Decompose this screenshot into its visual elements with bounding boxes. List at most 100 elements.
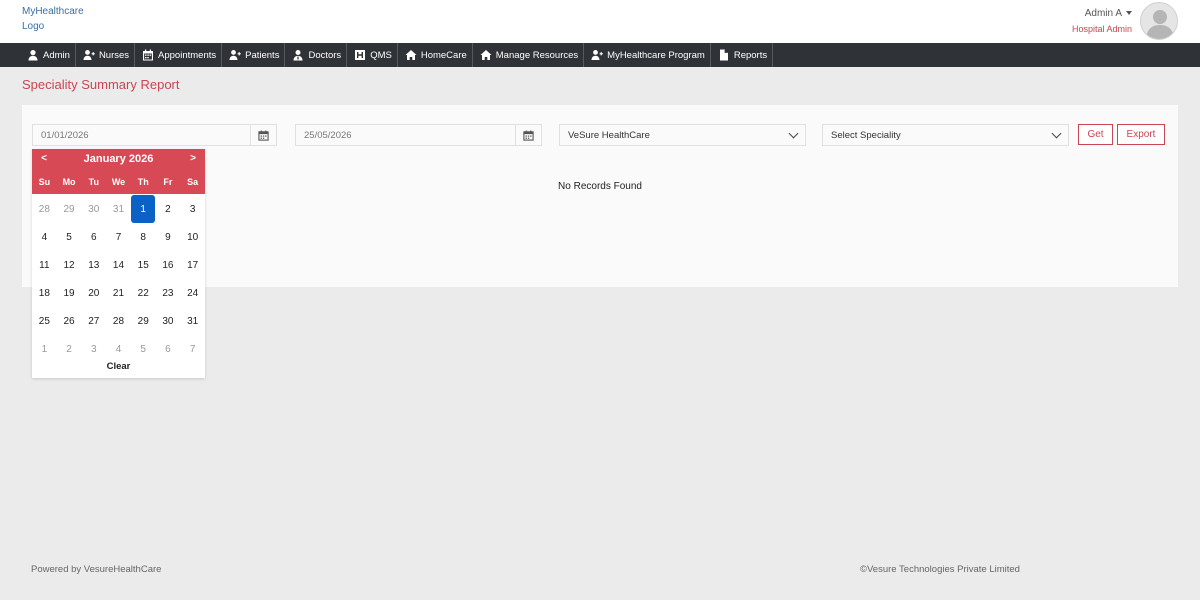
datepicker-day[interactable]: 24 <box>180 279 205 307</box>
calendar-icon <box>523 129 534 141</box>
datepicker-day[interactable]: 23 <box>156 279 181 307</box>
from-date-field[interactable] <box>32 124 277 146</box>
user-plus-icon <box>591 50 603 60</box>
hospital-select[interactable]: VeSure HealthCare <box>559 124 806 146</box>
datepicker-day[interactable]: 2 <box>57 335 82 363</box>
datepicker-day[interactable]: 5 <box>131 335 156 363</box>
datepicker-day-number: 30 <box>162 315 174 327</box>
datepicker-day[interactable]: 17 <box>180 251 205 279</box>
datepicker-day[interactable]: 21 <box>106 279 131 307</box>
datepicker-day[interactable]: 7 <box>180 335 205 363</box>
nav-item-label: QMS <box>370 49 392 61</box>
datepicker-day-number: 17 <box>187 259 199 271</box>
datepicker-day[interactable]: 5 <box>57 223 82 251</box>
datepicker-day[interactable]: 1 <box>32 335 57 363</box>
datepicker-day[interactable]: 8 <box>131 223 156 251</box>
home-icon <box>405 50 417 60</box>
datepicker-popup: < January 2026 > Su Mo Tu We Th Fr Sa 28 29 30 31… <box>32 149 205 378</box>
datepicker-day[interactable]: 4 <box>32 223 57 251</box>
user-name-row[interactable]: Admin A <box>1072 8 1132 20</box>
from-date-calendar-button[interactable] <box>250 125 276 145</box>
datepicker-day[interactable]: 13 <box>81 251 106 279</box>
nav-item-label: Reports <box>733 49 768 61</box>
datepicker-day[interactable]: 29 <box>131 307 156 335</box>
datepicker-day-number: 8 <box>140 231 146 243</box>
datepicker-day-number: 23 <box>162 287 174 299</box>
datepicker-day[interactable]: 16 <box>156 251 181 279</box>
to-date-calendar-button[interactable] <box>515 125 541 145</box>
file-icon <box>719 49 728 61</box>
datepicker-day[interactable]: 31 <box>180 307 205 335</box>
datepicker-day[interactable]: 4 <box>106 335 131 363</box>
avatar[interactable] <box>1140 2 1178 40</box>
datepicker-day-number: 5 <box>140 343 146 355</box>
datepicker-day[interactable]: 10 <box>180 223 205 251</box>
nav-item-appointments[interactable]: Appointments <box>135 43 223 67</box>
datepicker-day[interactable]: 18 <box>32 279 57 307</box>
datepicker-day-number: 10 <box>187 231 199 243</box>
nav-item-homecare[interactable]: HomeCare <box>398 43 473 67</box>
nav-item-doctors[interactable]: Doctors <box>285 43 348 67</box>
datepicker-day[interactable]: 20 <box>81 279 106 307</box>
nav-item-label: Appointments <box>158 49 217 61</box>
datepicker-day[interactable]: 3 <box>81 335 106 363</box>
datepicker-day-number: 3 <box>91 343 97 355</box>
datepicker-day[interactable]: 19 <box>57 279 82 307</box>
datepicker-day[interactable]: 28 <box>32 195 57 223</box>
datepicker-day-number: 27 <box>88 315 100 327</box>
datepicker-day-number: 7 <box>189 343 196 355</box>
hospital-select-value: VeSure HealthCare <box>568 129 650 141</box>
nav-item-label: Nurses <box>98 49 130 61</box>
nav-item-manage-resources[interactable]: Manage Resources <box>473 43 585 67</box>
datepicker-day[interactable]: 15 <box>131 251 156 279</box>
weekday-label: Fr <box>163 177 173 187</box>
datepicker-day[interactable]: 3 <box>180 195 205 223</box>
nav-item-myhealthcare-program[interactable]: MyHealthcare Program <box>584 43 711 67</box>
nav-item-patients[interactable]: Patients <box>222 43 286 67</box>
weekday-label: Th <box>137 177 149 187</box>
datepicker-day[interactable]: 31 <box>106 195 131 223</box>
datepicker-day[interactable]: 27 <box>81 307 106 335</box>
to-date-input[interactable] <box>296 125 541 145</box>
nav-item-qms[interactable]: QMS <box>347 43 398 67</box>
datepicker-day-number: 21 <box>112 287 125 299</box>
datepicker-day[interactable]: 2 <box>156 195 181 223</box>
user-menu[interactable]: Admin A Hospital Admin <box>1072 8 1132 34</box>
datepicker-day[interactable]: 22 <box>131 279 156 307</box>
datepicker-day[interactable]: 14 <box>106 251 131 279</box>
datepicker-day-number: 12 <box>63 259 75 271</box>
datepicker-day[interactable]: 6 <box>81 223 106 251</box>
nav-item-admin[interactable]: Admin <box>20 43 76 67</box>
weekday-label: Su <box>38 177 51 187</box>
datepicker-day[interactable]: 26 <box>57 307 82 335</box>
footer-powered-by: Powered by VesureHealthCare <box>31 564 162 575</box>
caret-down-icon <box>1126 11 1132 16</box>
to-date-field[interactable] <box>295 124 542 146</box>
datepicker-month-label[interactable]: January 2026 <box>32 153 205 165</box>
datepicker-day[interactable]: 11 <box>32 251 57 279</box>
user-icon <box>28 50 38 61</box>
datepicker-day[interactable]: 9 <box>156 223 181 251</box>
speciality-select[interactable]: Select Speciality <box>822 124 1069 146</box>
datepicker-day[interactable]: 30 <box>156 307 181 335</box>
logo[interactable]: MyHealthcare Logo <box>22 4 84 34</box>
nav-item-nurses[interactable]: Nurses <box>76 43 136 67</box>
datepicker-day[interactable]: 28 <box>106 307 131 335</box>
speciality-select-value: Select Speciality <box>831 129 901 141</box>
datepicker-day[interactable]: 30 <box>81 195 106 223</box>
from-date-input[interactable] <box>33 125 276 145</box>
user-plus-icon <box>229 50 241 60</box>
export-button[interactable]: Export <box>1117 124 1165 145</box>
datepicker-day-number: 30 <box>88 203 100 215</box>
datepicker-day-number: 6 <box>165 343 171 355</box>
datepicker-day-selected[interactable]: 1 <box>131 195 156 223</box>
datepicker-day[interactable]: 6 <box>156 335 181 363</box>
nav-item-reports[interactable]: Reports <box>711 43 774 67</box>
datepicker-day[interactable]: 25 <box>32 307 57 335</box>
get-button[interactable]: Get <box>1078 124 1113 145</box>
datepicker-day[interactable]: 7 <box>106 223 131 251</box>
datepicker-day-number: 25 <box>38 315 50 327</box>
datepicker-day[interactable]: 12 <box>57 251 82 279</box>
datepicker-next-button[interactable]: > <box>183 153 203 164</box>
datepicker-day[interactable]: 29 <box>57 195 82 223</box>
